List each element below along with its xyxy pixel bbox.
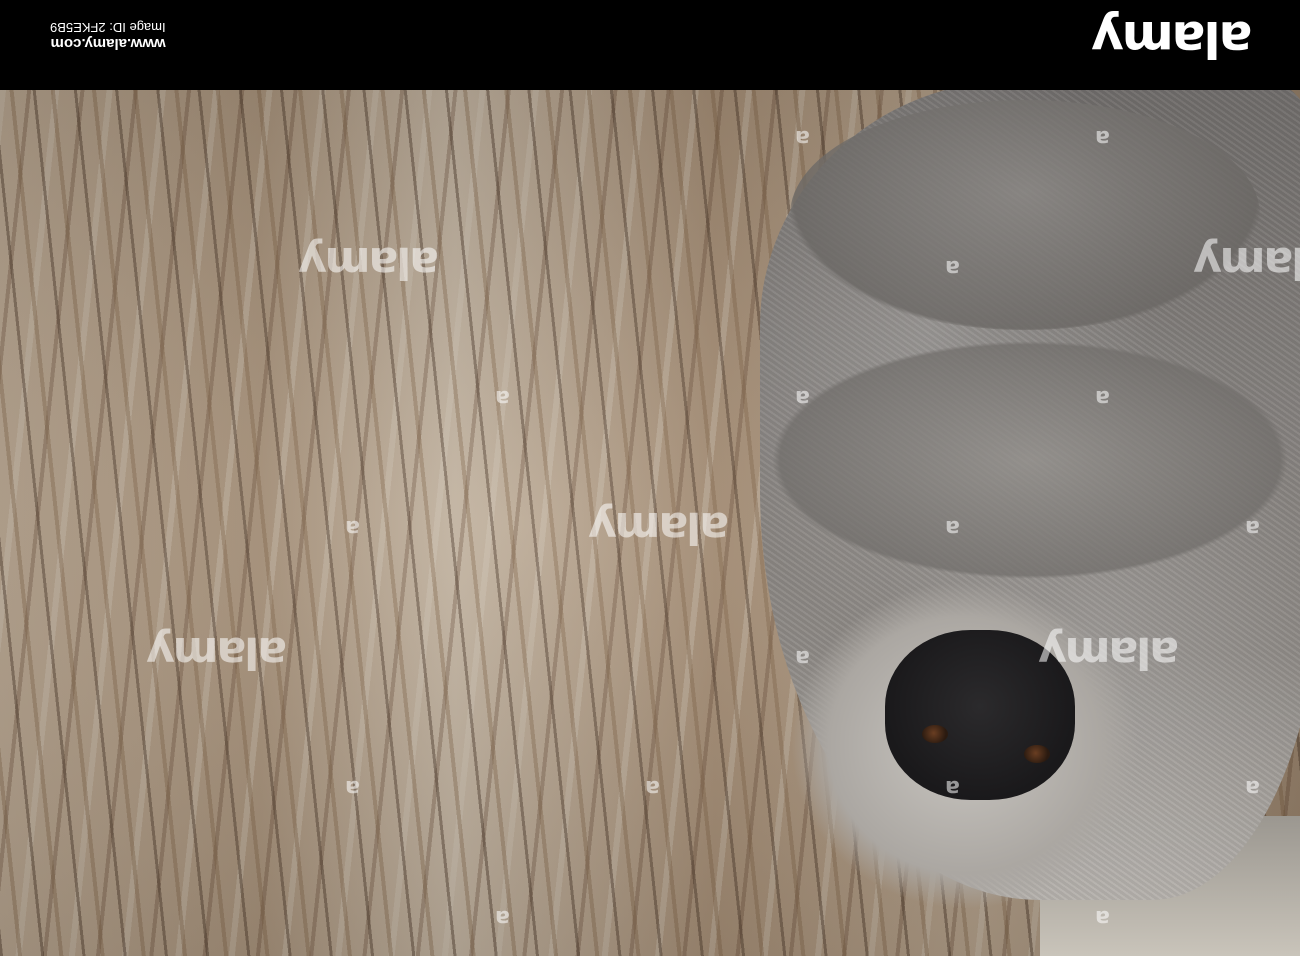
watermark-mark: a <box>495 905 510 930</box>
watermark: alamy <box>590 502 729 553</box>
gibbon-arm-lower <box>770 340 1290 580</box>
watermark-mark: a <box>1095 125 1110 150</box>
watermark-mark: a <box>945 255 960 280</box>
watermark: alamy <box>1040 627 1179 678</box>
watermark: alamy <box>148 627 287 678</box>
watermark-mark: a <box>345 515 360 540</box>
watermark: alamy <box>300 237 439 288</box>
stock-photo-page: alamy alamy alamy alamy alamy a a a a a … <box>0 0 1300 956</box>
watermark-mark: a <box>645 775 660 800</box>
watermark-mark: a <box>1245 515 1260 540</box>
watermark-mark: a <box>495 385 510 410</box>
gibbon-eye-left <box>922 725 948 743</box>
gibbon-arm-upper <box>790 100 1260 330</box>
watermark-mark: a <box>795 645 810 670</box>
watermark-mark: a <box>795 125 810 150</box>
gibbon-eye-right <box>1024 745 1050 763</box>
watermark-mark: a <box>345 775 360 800</box>
watermark-mark: a <box>945 775 960 800</box>
watermark-mark: a <box>1245 775 1260 800</box>
image-meta: www.alamy.com Image ID: 2FKE5B9 <box>50 20 166 55</box>
top-banner: alamy www.alamy.com Image ID: 2FKE5B9 <box>0 0 1300 90</box>
watermark: alamy <box>1195 237 1300 288</box>
photo: alamy alamy alamy alamy alamy a a a a a … <box>0 90 1300 956</box>
watermark-mark: a <box>1095 905 1110 930</box>
watermark-mark: a <box>1095 385 1110 410</box>
alamy-logo[interactable]: alamy <box>1093 10 1252 68</box>
watermark-mark: a <box>945 515 960 540</box>
site-url[interactable]: www.alamy.com <box>50 35 166 52</box>
image-id: Image ID: 2FKE5B9 <box>50 20 166 35</box>
watermark-mark: a <box>795 385 810 410</box>
